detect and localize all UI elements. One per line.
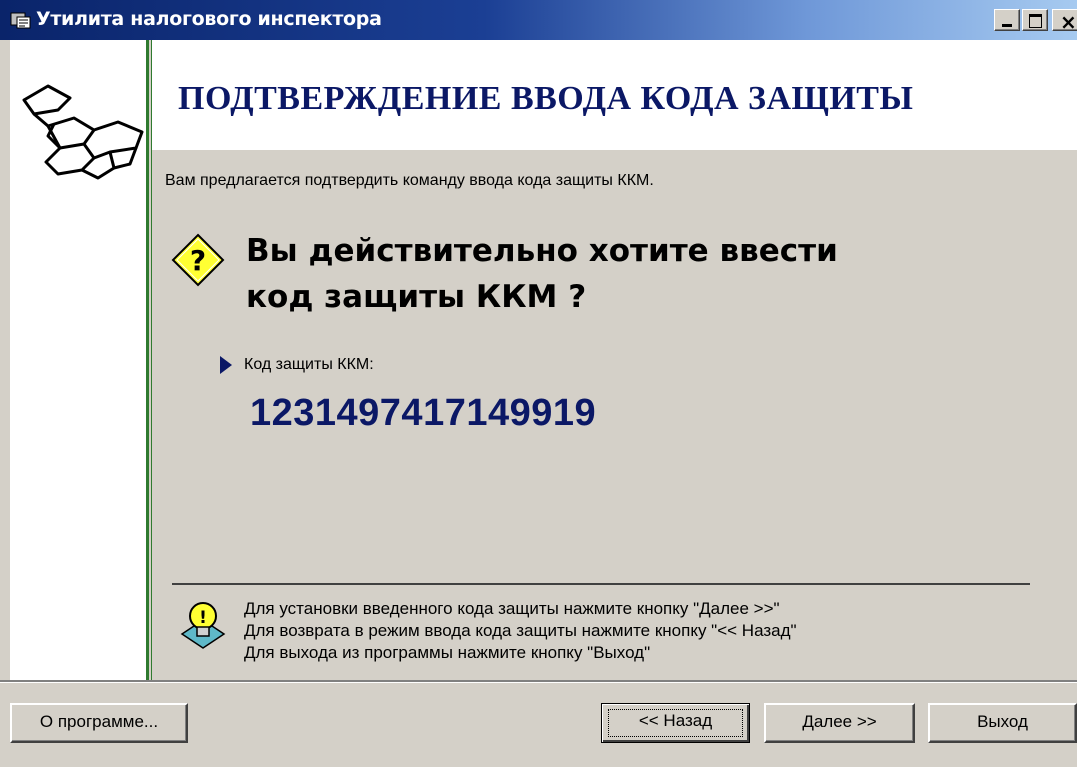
hint-exit: Для выхода из программы нажмите кнопку "… [244, 643, 651, 662]
title-bar[interactable]: Утилита налогового инспектора × [0, 0, 1077, 40]
svg-text:!: ! [199, 608, 207, 628]
code-value: 1231497417149919 [250, 392, 597, 434]
close-icon: × [1060, 10, 1077, 34]
lightbulb-icon: ! [180, 602, 226, 649]
hint-next: Для установки введенного кода защиты наж… [244, 599, 780, 618]
cubes-logo [22, 84, 144, 180]
hints-block: Для установки введенного кода защиты наж… [244, 598, 797, 664]
back-button-label: << Назад [638, 711, 713, 730]
separator [172, 583, 1030, 585]
confirmation-question: Вы действительно хотите ввести код защит… [246, 228, 838, 320]
hint-back: Для возврата в режим ввода кода защиты н… [244, 621, 797, 640]
question-line-2: код защиты ККМ ? [246, 279, 587, 315]
minimize-button[interactable] [994, 9, 1020, 31]
bullet-arrow-icon [220, 356, 232, 374]
question-line-1: Вы действительно хотите ввести [246, 233, 838, 269]
page-title: ПОДТВЕРЖДЕНИЕ ВВОДА КОДА ЗАЩИТЫ [178, 80, 914, 117]
footer-divider [0, 680, 1077, 683]
svg-text:?: ? [190, 244, 206, 277]
window-title: Утилита налогового инспектора [36, 8, 382, 30]
close-button[interactable]: × [1052, 9, 1077, 34]
app-icon [10, 12, 31, 29]
exit-button[interactable]: Выход [928, 703, 1077, 743]
next-button[interactable]: Далее >> [764, 703, 915, 743]
question-diamond-icon: ? [171, 233, 225, 287]
maximize-button[interactable] [1022, 9, 1048, 31]
back-button[interactable]: << Назад [601, 703, 750, 743]
intro-text: Вам предлагается подтвердить команду вво… [165, 172, 654, 189]
code-label: Код защиты ККМ: [244, 356, 374, 373]
about-button[interactable]: О программе... [10, 703, 188, 743]
